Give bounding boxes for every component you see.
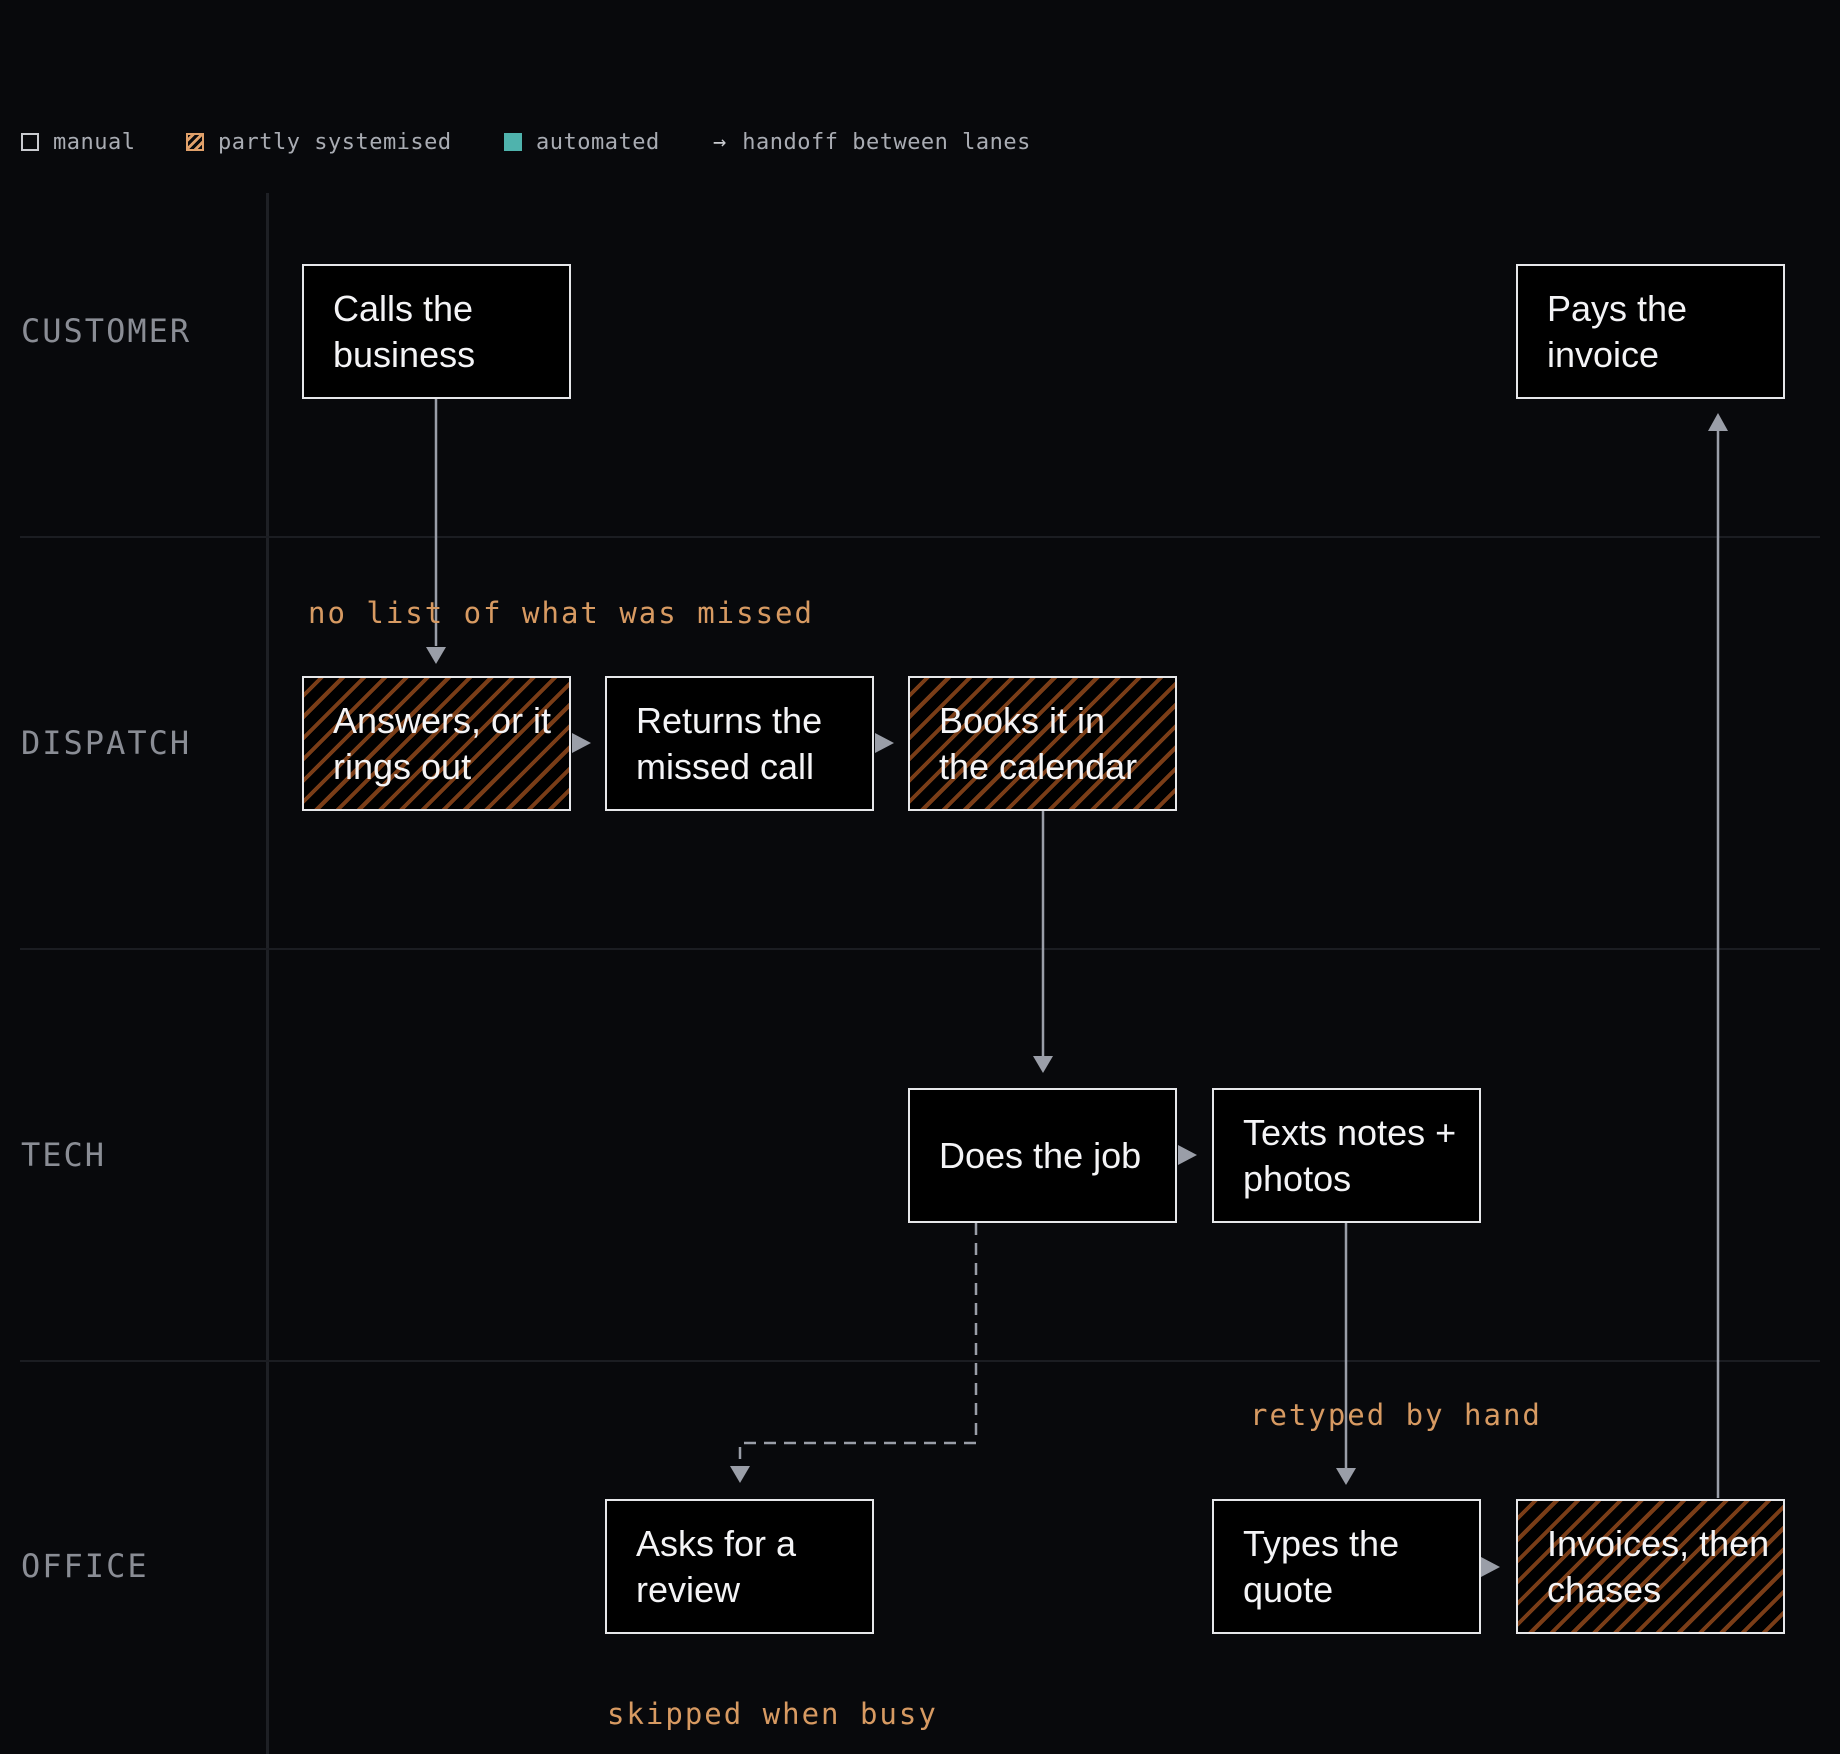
step-pays-the-invoice[interactable]: Pays the invoice (1516, 264, 1785, 399)
step-texts-notes[interactable]: Texts notes + photos (1212, 1088, 1481, 1223)
note-skipped: skipped when busy (607, 1697, 938, 1731)
step-label: Asks for a review (636, 1522, 797, 1610)
step-label: Pays the invoice (1547, 287, 1688, 375)
arrowhead-right-icon (572, 733, 591, 753)
step-does-the-job[interactable]: Does the job (908, 1088, 1177, 1223)
arrowhead-right-icon (1481, 1557, 1500, 1577)
arrowhead-right-icon (875, 733, 894, 753)
arrowhead-right-icon (1178, 1145, 1197, 1165)
step-label: Calls the business (333, 287, 476, 375)
note-retyped: retyped by hand (1250, 1398, 1542, 1432)
arrowhead-down-icon (730, 1466, 750, 1483)
step-types-the-quote[interactable]: Types the quote (1212, 1499, 1481, 1634)
step-asks-for-review[interactable]: Asks for a review (605, 1499, 874, 1634)
connector-job-to-review (738, 1223, 978, 1466)
arrowhead-down-icon (1033, 1056, 1053, 1073)
step-label: Answers, or it rings out (333, 699, 552, 787)
step-invoices-then-chases[interactable]: Invoices, then chases (1516, 1499, 1785, 1634)
step-answers[interactable]: Answers, or it rings out (302, 676, 571, 811)
arrowhead-down-icon (1336, 1468, 1356, 1485)
step-label: Returns the missed call (636, 699, 823, 787)
step-label: Invoices, then chases (1547, 1522, 1770, 1610)
step-calls-the-business[interactable]: Calls the business (302, 264, 571, 399)
note-missed: no list of what was missed (308, 596, 814, 630)
step-label: Texts notes + photos (1243, 1111, 1457, 1199)
step-label: Types the quote (1243, 1522, 1400, 1610)
step-label: Does the job (939, 1134, 1142, 1176)
step-label: Books it in the calendar (939, 699, 1138, 787)
step-returns-missed-call[interactable]: Returns the missed call (605, 676, 874, 811)
arrowhead-down-icon (426, 647, 446, 664)
step-books-calendar[interactable]: Books it in the calendar (908, 676, 1177, 811)
arrowhead-up-icon (1708, 413, 1728, 431)
